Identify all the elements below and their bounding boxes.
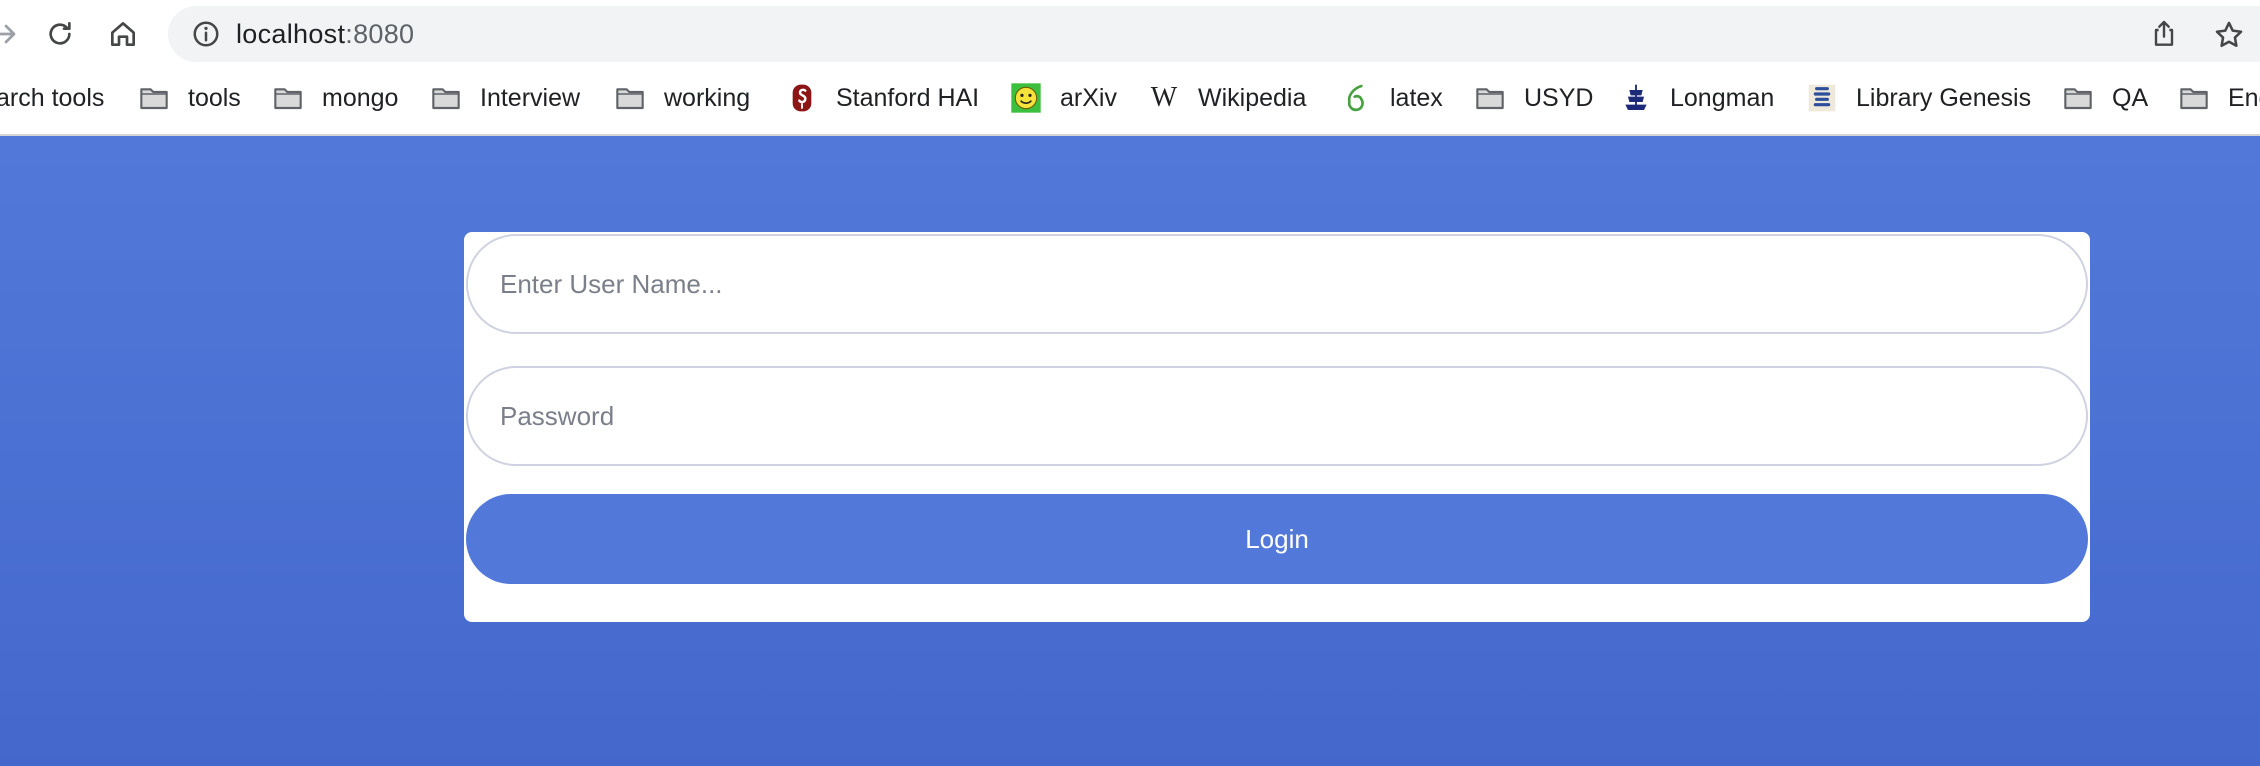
bookmark-library-genesis[interactable]: Library Genesis <box>1806 70 2031 126</box>
bookmark-label: tools <box>188 83 241 112</box>
folder-icon <box>1474 82 1506 114</box>
bookmark-label: QA <box>2112 83 2149 112</box>
bookmark-working[interactable]: working <box>614 70 750 126</box>
browser-chrome: localhost:8080 arch tools tools mongo In… <box>0 0 2260 136</box>
bookmark-label: Stanford HAI <box>836 83 980 112</box>
bookmark-label: Interview <box>480 83 581 112</box>
login-card: Login <box>464 232 2090 622</box>
url-port: :8080 <box>345 19 415 49</box>
address-url[interactable]: localhost:8080 <box>236 6 414 62</box>
wikipedia-w-icon: W <box>1150 82 1178 113</box>
bookmark-arxiv[interactable]: arXiv <box>1010 70 1117 126</box>
bookmark-label: Longman <box>1670 83 1775 112</box>
bookmark-latex[interactable]: latex <box>1340 70 1443 126</box>
longman-ship-icon <box>1620 82 1652 114</box>
folder-icon <box>614 82 646 114</box>
bookmark-label: Library Genesis <box>1856 83 2032 112</box>
share-icon[interactable] <box>2148 18 2180 50</box>
bookmark-label: arXiv <box>1060 83 1117 112</box>
bookmark-label: latex <box>1390 83 1443 112</box>
bookmark-label: mongo <box>322 83 399 112</box>
username-input[interactable] <box>466 234 2088 334</box>
bookmark-label: working <box>664 83 751 112</box>
bookmark-label: USYD <box>1524 83 1594 112</box>
folder-icon <box>138 82 170 114</box>
bookmark-eng[interactable]: Eng <box>2178 70 2260 126</box>
forward-icon[interactable] <box>0 12 28 56</box>
bookmark-longman[interactable]: Longman <box>1620 70 1774 126</box>
bookmark-stanford-hai[interactable]: Stanford HAI <box>786 70 979 126</box>
bookmark-label: Wikipedia <box>1198 83 1307 112</box>
bookmark-usyd[interactable]: USYD <box>1474 70 1593 126</box>
browser-toolbar: localhost:8080 <box>0 0 2260 68</box>
login-button[interactable]: Login <box>466 494 2088 584</box>
bookmarks-bar: arch tools tools mongo Interview working… <box>0 70 2260 126</box>
folder-icon <box>2178 82 2210 114</box>
address-bar[interactable]: localhost:8080 <box>168 6 2260 62</box>
url-host: localhost <box>236 19 346 49</box>
arxiv-smiley-icon <box>1010 82 1042 114</box>
bookmark-interview[interactable]: Interview <box>430 70 580 126</box>
library-genesis-icon <box>1806 82 1838 114</box>
bookmark-arch-tools[interactable]: arch tools <box>0 70 104 126</box>
home-icon[interactable] <box>101 12 145 56</box>
bookmark-mongo[interactable]: mongo <box>272 70 398 126</box>
bookmark-wikipedia[interactable]: W Wikipedia <box>1148 70 1307 126</box>
bookmark-tools[interactable]: tools <box>138 70 241 126</box>
login-page: Login <box>0 136 2260 766</box>
site-info-icon[interactable] <box>190 18 222 50</box>
folder-icon <box>430 82 462 114</box>
folder-icon <box>2062 82 2094 114</box>
stanford-logo-icon <box>786 82 818 114</box>
bookmark-star-icon[interactable] <box>2212 18 2246 52</box>
bookmark-label: arch tools <box>0 83 105 112</box>
password-input[interactable] <box>466 366 2088 466</box>
reload-icon[interactable] <box>38 12 82 56</box>
folder-icon <box>272 82 304 114</box>
bookmark-qa[interactable]: QA <box>2062 70 2148 126</box>
overleaf-leaf-icon <box>1340 82 1372 114</box>
bookmark-label: Eng <box>2228 83 2260 112</box>
